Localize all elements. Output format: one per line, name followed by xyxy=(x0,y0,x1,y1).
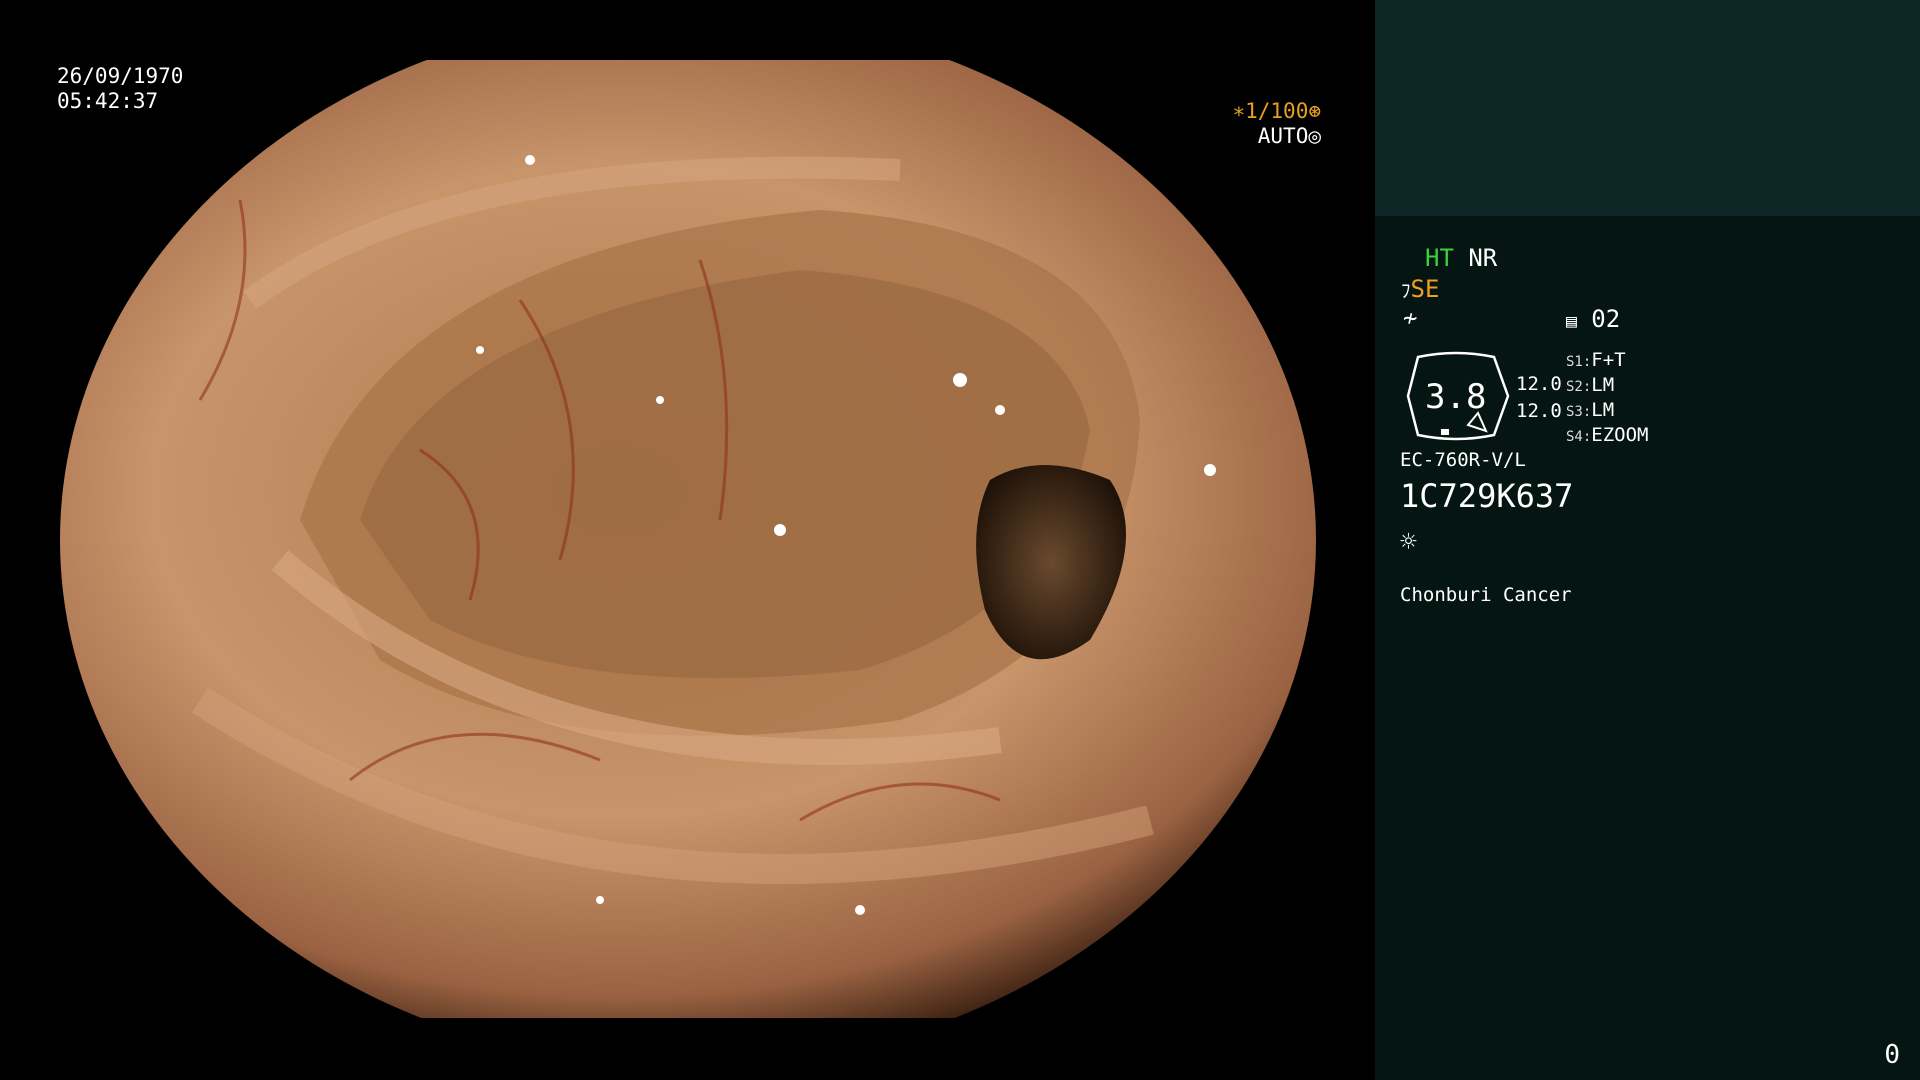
iris-mode: AUTO xyxy=(1257,124,1309,148)
exam-time: 05:42:37 xyxy=(57,89,159,113)
mode-nr: NR xyxy=(1468,244,1498,272)
image-counter: 0 xyxy=(1884,1040,1900,1070)
switch-s2: S2:LM xyxy=(1566,374,1615,396)
level-2: 12.0 xyxy=(1516,400,1562,422)
memory-icon: ▤ xyxy=(1566,311,1577,332)
date-time-overlay: 26/09/1970 05:42:37 xyxy=(57,64,183,114)
exposure-overlay: ∗1/100⊛ AUTO◎ xyxy=(1232,99,1321,149)
iris-icon: ◎ xyxy=(1308,124,1321,148)
scope-model: EC-760R-V/L xyxy=(1400,449,1526,471)
switch-s1: S1:F+T xyxy=(1566,349,1626,371)
image-mode-row: HT NR xyxy=(1425,244,1497,272)
sidebar-header-panel xyxy=(1375,0,1920,216)
endoscope-view: 26/09/1970 05:42:37 ∗1/100⊛ AUTO◎ xyxy=(0,0,1375,1080)
info-sidebar: HT NR ﾌSE ≁ ▤ 02 3.8 12.0 12.0 S1:F+T S2… xyxy=(1375,0,1920,1080)
shutter-speed: ∗1/100 xyxy=(1232,99,1309,123)
mode-ht: HT xyxy=(1425,244,1454,272)
institution-name: Chonburi Cancer xyxy=(1400,584,1572,606)
switch-s4: S4:EZOOM xyxy=(1566,424,1649,446)
memory-row: ▤ 02 xyxy=(1566,305,1620,336)
shutter-wheel-icon: ⊛ xyxy=(1308,99,1321,123)
light-icon: ☼ xyxy=(1400,525,1417,558)
se-row: ﾌSE xyxy=(1401,275,1439,305)
zoom-value: 3.8 xyxy=(1425,377,1487,417)
se-mode: SE xyxy=(1410,275,1440,303)
level-1: 12.0 xyxy=(1516,373,1562,395)
scope-serial: 1C729K637 xyxy=(1400,477,1574,515)
exam-date: 26/09/1970 xyxy=(57,64,184,88)
memory-number: 02 xyxy=(1591,305,1621,333)
filter-icon: ≁ xyxy=(1403,304,1418,332)
switch-s3: S3:LM xyxy=(1566,399,1615,421)
scope-icon: ﾌ xyxy=(1401,280,1411,302)
endoscopic-image xyxy=(60,60,1316,1018)
